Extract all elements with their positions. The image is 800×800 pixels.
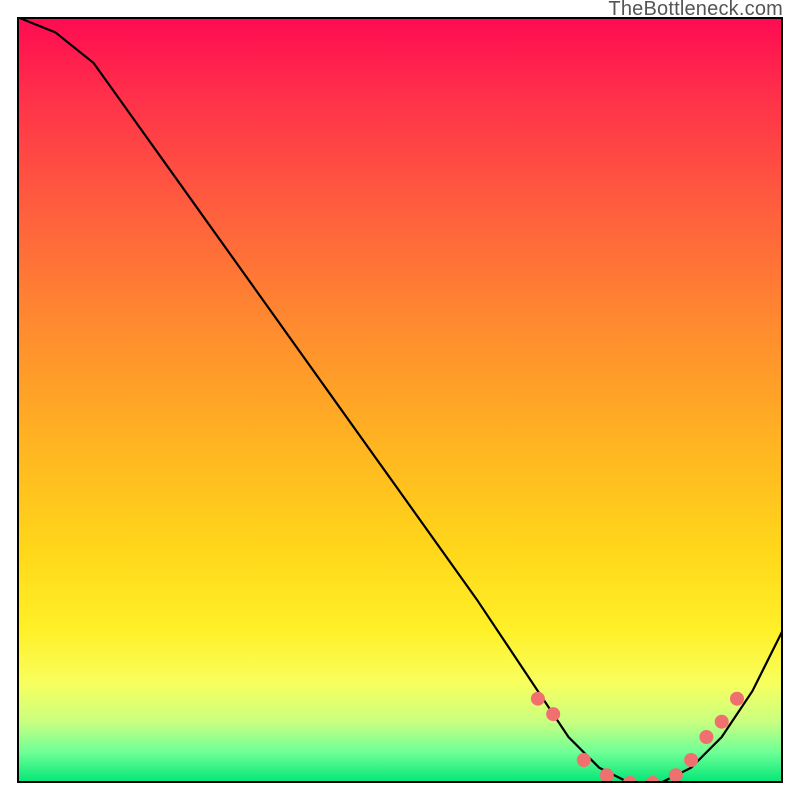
- plot-gradient-background: [17, 17, 783, 783]
- bottleneck-chart: TheBottleneck.com: [0, 0, 800, 800]
